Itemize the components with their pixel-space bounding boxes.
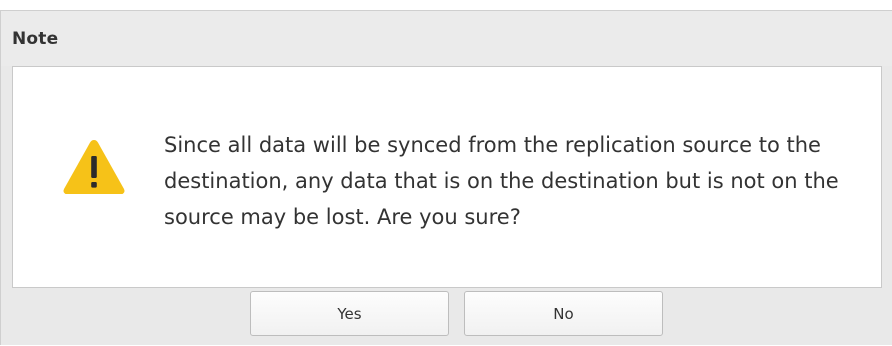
dialog-message: Since all data will be synced from the r… [164,133,839,229]
dialog-content: Since all data will be synced from the r… [12,66,882,288]
warning-icon [63,140,125,194]
no-button[interactable]: No [464,291,663,336]
confirm-dialog: Note Since all data will be synced from … [0,0,892,345]
yes-button[interactable]: Yes [250,291,449,336]
dialog-title-bar[interactable]: Note [1,11,892,66]
dialog-frame: Note Since all data will be synced from … [0,10,892,345]
dialog-button-row: Yes No [1,291,892,346]
dialog-title: Note [12,29,59,49]
